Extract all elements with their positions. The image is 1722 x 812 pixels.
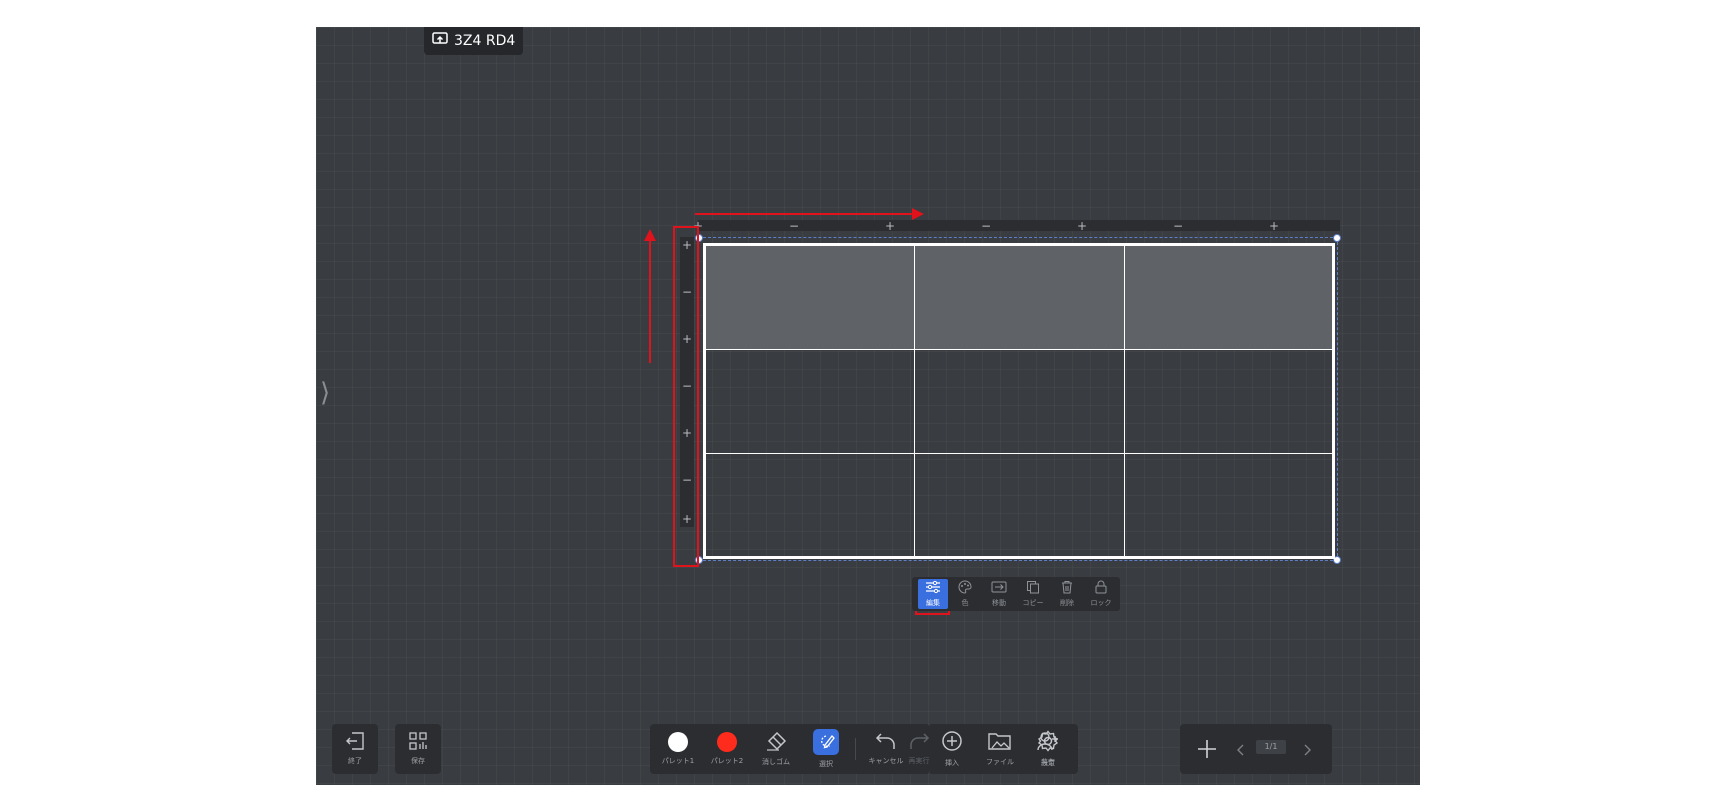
redo-icon <box>908 732 930 752</box>
eraser-icon <box>765 731 787 753</box>
move-icon <box>991 580 1007 596</box>
plus-circle-icon <box>941 730 963 754</box>
chevron-right-icon <box>1304 744 1311 756</box>
exit-icon <box>345 732 365 752</box>
gear-icon <box>1037 730 1059 754</box>
whiteboard-canvas[interactable]: 3Z4 RD4 ⟩ + − + − + − + + − + − + − + 編集… <box>316 27 1420 785</box>
screen-share-icon <box>432 32 448 50</box>
palette1-button[interactable]: パレット1 <box>656 724 700 774</box>
red-circle-icon <box>717 732 737 752</box>
table-header-cell[interactable] <box>705 245 915 350</box>
file-button[interactable]: ファイル <box>978 724 1022 774</box>
table-header-cell[interactable] <box>1124 245 1333 350</box>
exit-panel: 終了 <box>332 724 378 774</box>
save-button[interactable]: 保存 <box>396 724 440 774</box>
palette-icon <box>958 580 972 596</box>
white-circle-icon <box>668 732 688 752</box>
exit-button[interactable]: 終了 <box>333 724 377 774</box>
palette2-button[interactable]: パレット2 <box>705 724 749 774</box>
edit-button[interactable]: 編集 <box>918 579 948 609</box>
eraser-button[interactable]: 消しゴム <box>754 724 798 774</box>
trash-icon <box>1060 580 1074 596</box>
lock-icon <box>1094 580 1108 596</box>
column-ruler[interactable]: + − + − + − + <box>693 220 1340 232</box>
page-indicator: 1/1 <box>1256 740 1286 754</box>
save-grid-icon <box>409 732 427 752</box>
main-toolbar: パレット1 パレット2 消しゴム 選択 キャンセル 再実行 <box>650 724 930 774</box>
add-column-icon[interactable]: + <box>1076 220 1088 232</box>
table-cell[interactable] <box>1124 349 1333 454</box>
undo-icon <box>875 732 897 752</box>
remove-column-icon[interactable]: − <box>1172 220 1184 232</box>
next-page-button[interactable] <box>1302 742 1312 761</box>
page-navigator: 1/1 <box>1180 724 1332 774</box>
lasso-select-icon <box>813 729 839 755</box>
annotation-highlight-row-ruler <box>673 226 699 567</box>
toolbar-separator <box>855 738 856 760</box>
screen-tag-label: 3Z4 RD4 <box>454 33 516 49</box>
table-cell[interactable] <box>1124 453 1333 557</box>
table-header-cell[interactable] <box>914 245 1125 350</box>
table-cell[interactable] <box>705 349 915 454</box>
annotation-arrow-up <box>649 237 651 363</box>
color-button[interactable]: 色 <box>950 579 980 609</box>
add-page-button[interactable] <box>1196 738 1218 764</box>
add-column-icon[interactable]: + <box>1268 220 1280 232</box>
redo-button[interactable]: 再実行 <box>908 724 930 774</box>
table[interactable] <box>703 243 1335 559</box>
settings-button[interactable]: 設定 <box>1026 724 1070 774</box>
remove-column-icon[interactable]: − <box>980 220 992 232</box>
edit-sliders-icon <box>925 580 941 596</box>
insert-button[interactable]: 挿入 <box>930 724 974 774</box>
move-button[interactable]: 移動 <box>984 579 1014 609</box>
remove-column-icon[interactable]: − <box>788 220 800 232</box>
copy-icon <box>1026 580 1040 596</box>
delete-button[interactable]: 削除 <box>1052 579 1082 609</box>
folder-image-icon <box>988 731 1012 753</box>
plus-icon <box>1198 740 1216 758</box>
prev-page-button[interactable] <box>1236 742 1246 761</box>
copy-button[interactable]: コピー <box>1018 579 1048 609</box>
add-column-icon[interactable]: + <box>884 220 896 232</box>
resize-handle[interactable] <box>1333 234 1341 242</box>
lock-button[interactable]: ロック <box>1086 579 1116 609</box>
screen-tag[interactable]: 3Z4 RD4 <box>424 27 524 55</box>
arrow-head-right-icon <box>912 208 924 220</box>
undo-button[interactable]: キャンセル <box>864 724 908 774</box>
table-cell[interactable] <box>914 453 1125 557</box>
annotation-arrow-right <box>695 213 917 215</box>
select-button[interactable]: 選択 <box>804 724 848 774</box>
table-cell[interactable] <box>914 349 1125 454</box>
side-panel-toggle[interactable]: ⟩ <box>320 380 330 406</box>
save-panel: 保存 <box>395 724 441 774</box>
chevron-left-icon <box>1237 744 1244 756</box>
table-context-toolbar: 編集 色 移動 コピー 削除 ロック <box>912 577 1120 611</box>
arrow-head-up-icon <box>644 229 656 241</box>
table-cell[interactable] <box>705 453 915 557</box>
